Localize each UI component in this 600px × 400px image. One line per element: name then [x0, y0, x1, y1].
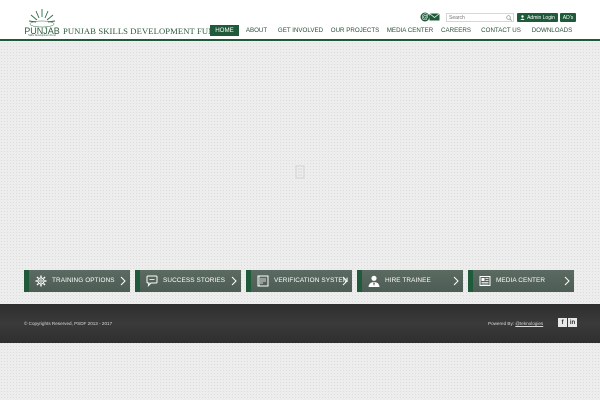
- certificate-icon: [257, 275, 269, 287]
- tile-label: VERIFICATION SYSTEM: [274, 277, 349, 284]
- search-icon[interactable]: [506, 15, 512, 21]
- chevron-right-icon: [564, 276, 570, 286]
- user-icon: [520, 15, 525, 20]
- tile-verification-system[interactable]: VERIFICATION SYSTEM: [246, 270, 352, 292]
- site-footer: © Copyrights Reserved, PSDF 2013 - 2017 …: [0, 304, 600, 343]
- nav-careers[interactable]: CAREERS: [440, 25, 472, 36]
- chevron-right-icon: [120, 276, 126, 286]
- tile-label: TRAINING OPTIONS: [52, 277, 115, 284]
- gear-icon: [35, 275, 47, 287]
- tile-label: SUCCESS STORIES: [163, 277, 226, 284]
- tile-hire-trainee[interactable]: HIRE TRAINEE: [357, 270, 463, 292]
- copyright-text: © Copyrights Reserved, PSDF 2013 - 2017: [24, 321, 113, 326]
- logo-subtitle: Skills Development Fund: [28, 34, 56, 37]
- nav-our-projects[interactable]: OUR PROJECTS: [331, 25, 379, 36]
- tile-label: MEDIA CENTER: [496, 277, 546, 284]
- chat-bubble-icon: [146, 275, 158, 288]
- chevron-right-icon: [342, 276, 348, 286]
- email-icon[interactable]: [429, 12, 440, 22]
- powered-by-link[interactable]: @teknologies: [515, 321, 543, 326]
- admin-login-label: Admin Login: [527, 14, 555, 21]
- tile-media-center[interactable]: MEDIA CENTER: [468, 270, 574, 292]
- powered-by: Powered By: @teknologies: [488, 321, 543, 326]
- site-header: PUNJAB Skills Development Fund PUNJAB SK…: [0, 0, 600, 41]
- chevron-right-icon: [453, 276, 459, 286]
- linkedin-icon[interactable]: in: [568, 318, 577, 327]
- search-input[interactable]: [449, 14, 505, 21]
- slider-loading-icon: [295, 165, 305, 179]
- nav-contact-us[interactable]: CONTACT US: [478, 25, 524, 36]
- ads-button[interactable]: AD's: [560, 13, 576, 22]
- org-name: PUNJAB SKILLS DEVELOPMENT FUND: [63, 26, 221, 36]
- person-tie-icon: [368, 275, 380, 287]
- svg-text:@: @: [421, 14, 428, 21]
- nav-media-center[interactable]: MEDIA CENTER: [385, 25, 435, 36]
- nav-home[interactable]: HOME: [210, 25, 239, 36]
- nav-downloads[interactable]: DOWNLOADS: [530, 25, 574, 36]
- nav-get-involved[interactable]: GET INVOLVED: [276, 25, 325, 36]
- search-box: [446, 13, 514, 22]
- powered-by-label: Powered By:: [488, 321, 515, 326]
- newspaper-icon: [479, 276, 491, 286]
- facebook-icon[interactable]: f: [558, 318, 567, 327]
- tile-training-options[interactable]: TRAINING OPTIONS: [24, 270, 130, 292]
- chevron-right-icon: [231, 276, 237, 286]
- tile-label: HIRE TRAINEE: [385, 277, 431, 284]
- ads-label: AD's: [562, 14, 574, 21]
- tile-success-stories[interactable]: SUCCESS STORIES: [135, 270, 241, 292]
- nav-about[interactable]: ABOUT: [243, 25, 270, 36]
- admin-login-button[interactable]: Admin Login: [517, 13, 558, 22]
